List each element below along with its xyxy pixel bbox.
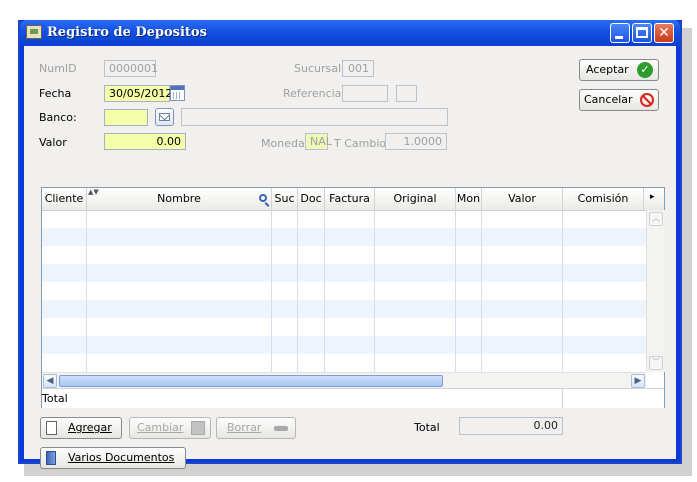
sucursal-field: 001	[342, 60, 374, 77]
vertical-scrollbar[interactable]: ︿ ﹀	[646, 210, 665, 372]
scroll-down-button[interactable]: ﹀	[649, 356, 663, 370]
numid-label: NumID	[39, 62, 77, 75]
referencia-field	[342, 85, 388, 102]
footer-divider	[562, 389, 563, 408]
scroll-right-button[interactable]: ▶	[631, 374, 645, 388]
aceptar-label: Aceptar	[586, 63, 629, 76]
column-divider	[562, 210, 563, 372]
documents-grid[interactable]: Cliente Nombre Suc Doc Factura Original …	[41, 187, 665, 408]
minimize-button[interactable]	[610, 23, 630, 43]
title-bar[interactable]: Registro de Depositos ✕	[20, 20, 680, 46]
aceptar-button[interactable]: Aceptar ✓	[579, 59, 659, 81]
total-field: 0.00	[459, 417, 563, 435]
column-header-cliente[interactable]: Cliente	[42, 188, 87, 210]
banco-field[interactable]	[104, 109, 148, 126]
close-icon: ✕	[658, 25, 670, 41]
column-header-valor[interactable]: Valor	[482, 188, 563, 210]
horizontal-scroll-thumb[interactable]	[59, 375, 443, 387]
minus-icon	[274, 426, 288, 431]
fecha-label: Fecha	[39, 87, 72, 100]
sort-icon: ▲▼	[88, 188, 99, 196]
no-icon	[640, 93, 654, 107]
varios-documentos-button[interactable]: Varios Documentos	[40, 447, 186, 469]
column-divider	[374, 210, 375, 372]
column-divider	[86, 210, 87, 372]
borrar-button[interactable]: Borrar	[216, 417, 296, 439]
picture-icon	[191, 421, 205, 435]
cambiar-label: Cambiar	[137, 421, 184, 434]
scroll-right-header-icon[interactable]: ▸	[650, 192, 655, 202]
check-icon: ✓	[637, 62, 653, 78]
document-icon	[46, 421, 57, 435]
total-label: Total	[414, 421, 440, 434]
grid-total-label: Total	[42, 392, 68, 405]
scroll-left-button[interactable]: ◀	[43, 374, 57, 388]
sucursal-label: Sucursal	[294, 62, 342, 75]
column-divider	[271, 210, 272, 372]
grid-footer: Total	[42, 388, 664, 408]
agregar-button[interactable]: Agregar	[40, 417, 122, 439]
moneda-field: NAL	[305, 133, 332, 150]
column-header-factura[interactable]: Factura	[325, 188, 375, 210]
documents-icon	[46, 451, 56, 465]
moneda-label: Moneda	[261, 137, 305, 150]
tcambio-label: T Cambio	[334, 137, 387, 150]
table-row[interactable]	[42, 300, 646, 318]
cambiar-button[interactable]: Cambiar	[129, 417, 211, 439]
table-row[interactable]	[42, 318, 646, 336]
banco-lookup-button[interactable]	[155, 108, 174, 126]
referencia-label: Referencia	[283, 87, 342, 100]
tcambio-field: 1.0000	[385, 133, 447, 150]
close-button[interactable]: ✕	[654, 23, 674, 43]
table-row[interactable]	[42, 282, 646, 300]
search-icon[interactable]	[259, 194, 270, 207]
table-row[interactable]	[42, 264, 646, 282]
valor-label: Valor	[39, 136, 67, 149]
column-header-original[interactable]: Original	[375, 188, 456, 210]
column-header-nombre[interactable]: Nombre	[87, 188, 272, 210]
agregar-label: Agregar	[68, 421, 112, 434]
column-header-doc[interactable]: Doc	[298, 188, 325, 210]
column-divider	[481, 210, 482, 372]
banco-name-field	[181, 108, 448, 126]
column-header-suc[interactable]: Suc	[272, 188, 298, 210]
table-row[interactable]	[42, 354, 646, 372]
table-row[interactable]	[42, 336, 646, 354]
borrar-label: Borrar	[227, 421, 262, 434]
column-header-mon[interactable]: Mon	[456, 188, 482, 210]
column-divider	[297, 210, 298, 372]
grid-header: Cliente Nombre Suc Doc Factura Original …	[42, 188, 664, 211]
table-row[interactable]	[42, 228, 646, 246]
maximize-button[interactable]	[632, 23, 652, 43]
dialog-body: NumID 0000001 Sucursal 001 Fecha 30/05/2…	[24, 46, 676, 469]
window-title: Registro de Depositos	[47, 25, 207, 40]
column-divider	[455, 210, 456, 372]
banco-label: Banco:	[39, 111, 77, 124]
varios-documentos-label: Varios Documentos	[68, 451, 175, 464]
app-icon	[26, 25, 42, 39]
column-divider	[324, 210, 325, 372]
dialog-window: Registro de Depositos ✕ NumID 0000001 Su…	[18, 20, 682, 469]
scroll-up-button[interactable]: ︿	[649, 212, 663, 226]
envelope-icon	[159, 110, 170, 121]
calendar-icon[interactable]	[170, 85, 185, 101]
numid-field: 0000001	[104, 60, 158, 77]
cancelar-button[interactable]: Cancelar	[579, 89, 659, 111]
table-row[interactable]	[42, 246, 646, 264]
horizontal-scrollbar[interactable]: ◀ ▶	[42, 372, 646, 389]
fecha-field[interactable]: 30/05/2012	[104, 85, 172, 102]
table-row[interactable]	[42, 210, 646, 228]
referencia-extra-field	[396, 85, 417, 102]
column-header-comision[interactable]: Comisión	[563, 188, 644, 210]
valor-field[interactable]: 0.00	[104, 133, 186, 150]
cancelar-label: Cancelar	[584, 93, 633, 106]
